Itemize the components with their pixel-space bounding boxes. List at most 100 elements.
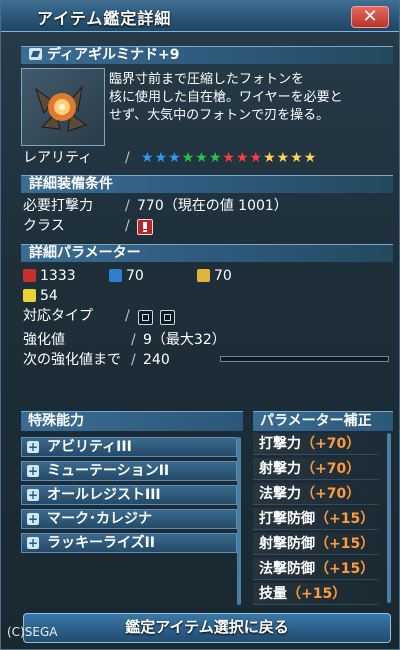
correction-value: （+70） — [301, 461, 361, 477]
close-icon: ✕ — [362, 6, 378, 27]
pp-value: 54 — [40, 288, 58, 304]
tech-stat: 70 — [197, 267, 232, 285]
correction-item: 打撃力（+70） — [253, 433, 379, 455]
correction-value: （+15） — [315, 561, 375, 577]
type-icon-2 — [160, 310, 175, 325]
rarity-star-icon: ★ — [249, 150, 263, 166]
ranged-value: 70 — [126, 268, 144, 284]
next-grind-label: 次の強化値まで — [23, 352, 121, 368]
required-attack-value: 770（現在の値 1001） — [137, 198, 288, 214]
ability-label: マーク･カレジナ — [47, 511, 152, 527]
correction-label: 打撃防御 — [259, 511, 315, 527]
separator: / — [125, 198, 130, 214]
rarity-star-icon: ★ — [154, 150, 168, 166]
correction-item: 法撃防御（+15） — [253, 558, 379, 580]
separator: / — [125, 218, 130, 234]
correction-value: （+15） — [315, 511, 375, 527]
correction-scrollbar[interactable] — [387, 433, 391, 603]
correction-value: （+70） — [301, 486, 361, 502]
pp-stat: 54 — [23, 287, 58, 305]
correction-label: 射撃防御 — [259, 536, 315, 552]
next-grind-value: 240 — [143, 352, 170, 368]
ability-item[interactable]: + ミューテーションII — [21, 461, 237, 481]
weapon-thumbnail — [21, 68, 105, 146]
item-appraisal-window: アイテム鑑定詳細 ✕ ディアギルミナド+9 臨界寸前まで圧縮したフォトンを 核に… — [0, 0, 400, 650]
tech-value: 70 — [214, 268, 232, 284]
melee-stat: 1333 — [23, 267, 76, 285]
equip-conditions-header: 詳細装備条件 — [21, 175, 393, 193]
correction-value: （+15） — [287, 586, 347, 602]
weapon-description: 臨界寸前まで圧縮したフォトンを 核に使用した自在槍。ワイヤーを必要と せず、大気… — [109, 72, 343, 123]
window-title: アイテム鑑定詳細 — [37, 9, 172, 28]
separator: / — [131, 332, 136, 348]
gun-icon — [109, 269, 122, 282]
rarity-star-icon: ★ — [235, 150, 249, 166]
correction-label: 打撃力 — [259, 436, 301, 452]
title-bar: アイテム鑑定詳細 ✕ — [1, 1, 399, 32]
ability-item[interactable]: + ラッキーライズII — [21, 533, 237, 553]
correction-label: 技量 — [259, 586, 287, 602]
required-attack-label: 必要打撃力 — [23, 198, 93, 214]
compatible-type-label: 対応タイプ — [23, 308, 93, 324]
rarity-star-icon: ★ — [181, 150, 195, 166]
ability-item[interactable]: + オールレジストIII — [21, 485, 237, 505]
ability-item[interactable]: + マーク･カレジナ — [21, 509, 237, 529]
rarity-star-icon: ★ — [303, 150, 317, 166]
rarity-star-icon: ★ — [222, 150, 235, 166]
correction-item: 射撃力（+70） — [253, 458, 379, 480]
parameters-header: 詳細パラメーター — [21, 244, 393, 262]
rarity-separator: / — [125, 150, 130, 166]
type-icon-1 — [138, 310, 153, 325]
correction-item: 技量（+15） — [253, 583, 379, 605]
ability-label: アビリティIII — [47, 439, 132, 455]
param-correction-header: パラメーター補正 — [253, 411, 393, 431]
plus-icon: + — [27, 536, 39, 550]
correction-label: 法撃力 — [259, 486, 301, 502]
plus-icon: + — [27, 512, 39, 526]
melee-value: 1333 — [40, 268, 76, 284]
special-abilities-panel: 特殊能力 + アビリティIII + ミューテーションII + オールレジストIII +… — [21, 411, 243, 606]
copyright-text: (C)SEGA — [7, 625, 58, 639]
weapon-name-header: ディアギルミナド+9 — [21, 46, 393, 64]
grind-value: 9（最大32） — [143, 332, 226, 348]
plus-icon: + — [27, 464, 39, 478]
correction-label: 法撃防御 — [259, 561, 315, 577]
rarity-star-icon: ★ — [263, 150, 276, 166]
ability-label: ラッキーライズII — [47, 535, 155, 551]
rarity-star-icon: ★ — [141, 150, 154, 166]
ability-item[interactable]: + アビリティIII — [21, 437, 237, 457]
rarity-stars: ★ ★ ★ ★ ★ ★ ★ ★ ★ ★ ★ ★ ★ — [141, 151, 316, 165]
grind-progress-bar — [220, 356, 389, 362]
abilities-scrollbar[interactable] — [237, 437, 241, 605]
plus-icon: + — [27, 440, 39, 454]
correction-item: 射撃防御（+15） — [253, 533, 379, 555]
separator: / — [131, 352, 136, 368]
rarity-star-icon: ★ — [168, 150, 181, 166]
wand-icon — [197, 269, 210, 282]
ranged-stat: 70 — [109, 267, 144, 285]
ability-label: ミューテーションII — [47, 463, 170, 479]
plus-icon: + — [27, 488, 39, 502]
rarity-star-icon: ★ — [195, 150, 208, 166]
correction-value: （+70） — [301, 436, 361, 452]
grind-label: 強化値 — [23, 332, 65, 348]
lightning-icon — [23, 289, 36, 302]
param-correction-panel: パラメーター補正 打撃力（+70） 射撃力（+70） 法撃力（+70） 打撃防御… — [253, 411, 393, 606]
rarity-star-icon: ★ — [290, 150, 303, 166]
special-abilities-header: 特殊能力 — [21, 411, 243, 431]
correction-item: 打撃防御（+15） — [253, 508, 379, 530]
rarity-label: レアリティ — [23, 150, 93, 166]
ability-label: オールレジストIII — [47, 487, 161, 503]
rarity-star-icon: ★ — [208, 150, 222, 166]
hunter-class-icon — [137, 219, 153, 235]
back-to-selection-button[interactable]: 鑑定アイテム選択に戻る — [23, 613, 391, 643]
sword-icon — [23, 269, 36, 282]
class-label: クラス — [23, 218, 65, 234]
close-button[interactable]: ✕ — [351, 6, 389, 28]
separator: / — [125, 308, 130, 324]
correction-value: （+15） — [315, 536, 375, 552]
weapon-category-icon — [29, 48, 42, 60]
weapon-name: ディアギルミナド+9 — [47, 47, 180, 63]
correction-label: 射撃力 — [259, 461, 301, 477]
correction-item: 法撃力（+70） — [253, 483, 379, 505]
